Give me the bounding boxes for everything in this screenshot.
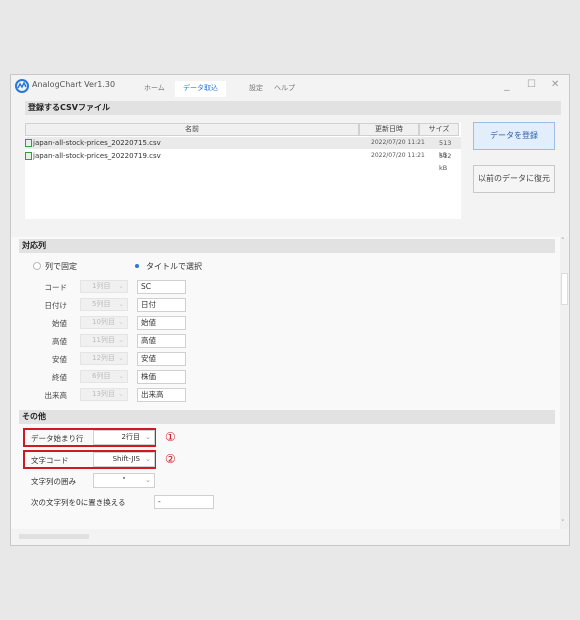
chevron-down-icon: ⌄ [118,336,124,344]
field-label: コード [44,283,68,292]
field-label: 出来高 [44,391,68,400]
radio-select-by-title[interactable] [133,262,141,270]
file-name: japan-all-stock-prices_20220719.csv [33,152,161,160]
field-label: 日付け [44,301,68,310]
title-input[interactable]: 日付 [137,298,186,312]
replace-label: 次の文字列を0に置き換える [31,498,126,507]
encoding-value: Shift-JIS [112,455,140,463]
title-input[interactable]: SC [137,280,186,294]
column-select: 6列目 ⌄ [80,370,128,383]
tab-home[interactable]: ホーム [144,83,165,97]
app-window: AnalogChart Ver1.30 ホーム データ取込 設定 ヘルプ _ ☐… [10,74,570,546]
quote-value: " [122,476,126,484]
chevron-down-icon: ⌄ [118,390,124,398]
callout-number-1: ① [165,430,176,444]
analogchart-logo-icon [15,79,29,93]
quote-select[interactable]: " ⌄ [93,473,155,488]
register-data-button[interactable]: データを登録 [473,122,555,150]
mapping-section-heading: 対応列 [19,239,555,253]
radio-fixed-column[interactable] [33,262,41,270]
scroll-down-icon[interactable]: ˅ [561,519,565,527]
csv-section-heading: 登録するCSVファイル [25,101,561,115]
column-select-value: 11列目 [92,336,115,344]
data-start-value: 2行目 [121,433,140,441]
field-label: 安値 [52,355,67,364]
file-size: 512 kB [439,152,452,172]
tab-data-import[interactable]: データ取込 [175,81,226,97]
data-start-select[interactable]: 2行目 ⌄ [93,430,155,445]
chevron-down-icon: ⌄ [145,433,151,441]
column-header-modified[interactable]: 更新日時 [359,123,419,136]
column-select: 5列目 ⌄ [80,298,128,311]
chevron-down-icon: ⌄ [145,455,151,463]
field-label: 高値 [52,337,67,346]
csv-file-icon [25,139,32,147]
column-select: 11列目 ⌄ [80,334,128,347]
app-title: AnalogChart Ver1.30 [32,80,116,89]
quote-label: 文字列の囲み [31,477,76,486]
column-select-value: 12列目 [92,354,115,362]
chevron-down-icon: ⌄ [145,476,151,484]
restore-data-button[interactable]: 以前のデータに復元 [473,165,555,193]
settings-scroll-area[interactable]: 対応列 列で固定 タイトルで選択 コード 1列目 ⌄ SC 日付け 5列目 ⌄ 日付… [11,237,569,529]
field-label: 終値 [52,373,67,382]
chevron-down-icon: ⌄ [118,282,124,290]
column-select: 12列目 ⌄ [80,352,128,365]
data-start-label: データ始まり行 [31,434,84,443]
column-select-value: 1列目 [92,282,111,290]
title-input[interactable]: 出来高 [137,388,186,402]
field-label: 始値 [52,319,67,328]
title-input[interactable]: 安値 [137,352,186,366]
minimize-button[interactable]: _ [504,78,510,91]
file-row[interactable]: japan-all-stock-prices_20220719.csv 2022… [25,150,461,172]
chevron-down-icon: ⌄ [118,300,124,308]
column-header-name[interactable]: 名前 [25,123,359,136]
title-bar: AnalogChart Ver1.30 ホーム データ取込 設定 ヘルプ _ ☐… [11,75,569,97]
column-select-value: 13列目 [92,390,115,398]
column-select: 1列目 ⌄ [80,280,128,293]
column-select: 10列目 ⌄ [80,316,128,329]
maximize-button[interactable]: ☐ [527,79,536,90]
file-name: japan-all-stock-prices_20220715.csv [33,139,161,147]
csv-file-table: 名前 更新日時 サイズ japan-all-stock-prices_20220… [25,123,461,219]
column-select: 13列目 ⌄ [80,388,128,401]
column-header-size[interactable]: サイズ [419,123,459,136]
horizontal-scrollbar-thumb[interactable] [19,534,89,539]
callout-number-2: ② [165,452,176,466]
chevron-down-icon: ⌄ [118,372,124,380]
scroll-up-icon[interactable]: ˄ [561,237,565,245]
file-modified: 2022/07/20 11:21 [371,152,425,159]
radio-select-by-title-label: タイトルで選択 [146,262,202,271]
close-button[interactable]: ✕ [551,79,559,90]
replace-input[interactable]: - [154,495,214,509]
csv-file-icon [25,152,32,160]
chevron-down-icon: ⌄ [118,318,124,326]
encoding-select[interactable]: Shift-JIS ⌄ [93,452,155,467]
file-row[interactable]: japan-all-stock-prices_20220715.csv 2022… [25,137,461,159]
column-select-value: 10列目 [92,318,115,326]
vertical-scrollbar[interactable]: ˄ ˅ [560,237,569,529]
title-input[interactable]: 株価 [137,370,186,384]
column-select-value: 6列目 [92,372,111,380]
file-modified: 2022/07/20 11:21 [371,139,425,146]
tab-settings[interactable]: 設定 [249,83,263,97]
other-section-heading: その他 [19,410,555,424]
column-select-value: 5列目 [92,300,111,308]
tab-help[interactable]: ヘルプ [274,83,295,97]
chevron-down-icon: ⌄ [118,354,124,362]
scrollbar-thumb[interactable] [561,273,568,305]
title-input[interactable]: 始値 [137,316,186,330]
horizontal-scrollbar[interactable] [11,529,569,545]
radio-fixed-column-label: 列で固定 [45,262,77,271]
encoding-label: 文字コード [31,456,69,465]
title-input[interactable]: 高値 [137,334,186,348]
